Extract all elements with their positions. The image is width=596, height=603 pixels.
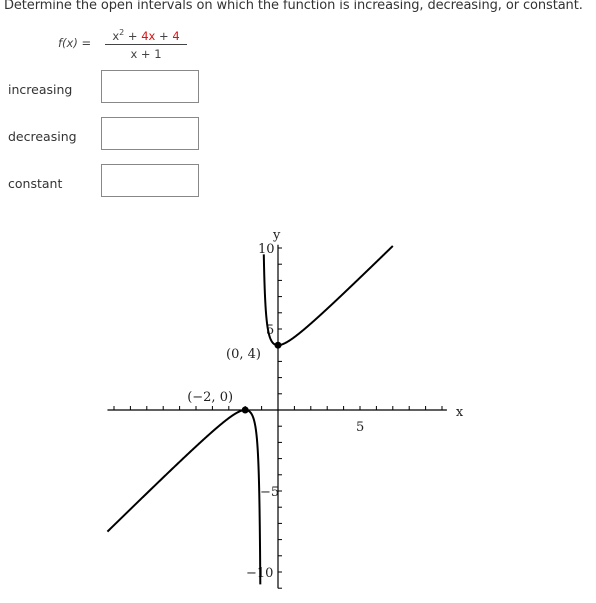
x-tick-label: 5 [356,420,364,435]
x-axis-label: x [456,405,464,420]
y-tick-label: 10 [258,242,275,257]
point-label: (−2, 0) [187,390,233,405]
point-label: (0, 4) [226,347,261,362]
y-axis-label: y [272,228,281,243]
function-graph: xy5105−5−10(0, 4)(−2, 0) [106,228,464,589]
curve-right-branch [262,245,394,347]
curve-left-branch [106,409,262,585]
critical-point [274,341,282,349]
critical-point [241,406,249,414]
y-tick-label: −5 [260,485,279,500]
